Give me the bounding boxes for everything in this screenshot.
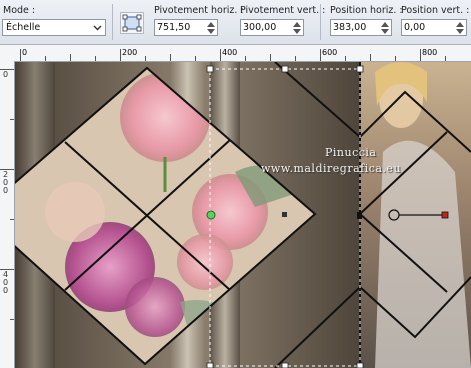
chevron-down-icon	[93, 25, 102, 31]
position-vertical-label: Position vert. :	[401, 5, 470, 16]
rotation-pivot-handle[interactable]	[206, 210, 216, 220]
ruler-label: 0	[22, 48, 27, 57]
watermark-name: Pinuccia	[325, 146, 377, 159]
pivot-vertical-field[interactable]: 300,00	[240, 19, 304, 36]
pivot-vertical-value: 300,00	[243, 22, 277, 33]
toolbar-separator	[112, 4, 113, 40]
mode-dropdown[interactable]: Échelle	[2, 19, 106, 36]
spin-up-icon[interactable]	[207, 22, 215, 27]
position-horizontal-field[interactable]: 383,00	[330, 19, 392, 36]
pivot-vertical-label: Pivotement vert. :	[240, 5, 326, 16]
pivot-horizontal-label: Pivotement horiz. :	[154, 5, 244, 16]
watermark-url: www.maldiregrafica.eu	[261, 162, 402, 175]
spin-down-icon[interactable]	[456, 29, 464, 34]
ruler-label: 800	[422, 48, 437, 57]
toolbar-separator	[320, 4, 321, 40]
pivot-horizontal-field[interactable]: 751,50	[154, 19, 218, 36]
position-vertical-field[interactable]: 0,00	[401, 19, 467, 36]
ruler-label: 400	[3, 270, 9, 295]
position-vertical-value: 0,00	[404, 22, 426, 33]
spin-up-icon[interactable]	[381, 22, 389, 27]
position-horizontal-value: 383,00	[333, 22, 367, 33]
ruler-label: 200	[122, 48, 137, 57]
pick-tool-icon[interactable]	[120, 12, 144, 34]
canvas-artwork	[15, 62, 471, 368]
spin-up-icon[interactable]	[456, 22, 464, 27]
ruler-label: 400	[222, 48, 237, 57]
ruler-label: 600	[322, 48, 337, 57]
spin-down-icon[interactable]	[381, 29, 389, 34]
position-horizontal-label: Position horiz. :	[330, 5, 403, 16]
image-canvas[interactable]: Pinuccia www.maldiregrafica.eu	[15, 62, 471, 368]
horizontal-ruler-ticks: 0 200 400 600 800	[20, 48, 446, 61]
spin-down-icon[interactable]	[293, 29, 301, 34]
mode-label: Mode :	[3, 5, 36, 16]
ruler-label: 200	[3, 170, 9, 195]
spin-up-icon[interactable]	[293, 22, 301, 27]
ruler-label: 0	[3, 70, 9, 79]
vertical-ruler-ticks	[0, 69, 14, 320]
mode-value: Échelle	[6, 22, 41, 33]
tool-options-bar: Mode : Échelle Pivotement horiz. : 751,5…	[0, 0, 471, 45]
horizontal-ruler[interactable]: 0 200 400 600 800	[0, 45, 471, 62]
pivot-horizontal-value: 751,50	[157, 22, 191, 33]
spin-down-icon[interactable]	[207, 29, 215, 34]
vertical-ruler[interactable]: 0 200 400	[0, 61, 15, 368]
rotation-handle[interactable]	[441, 211, 449, 219]
